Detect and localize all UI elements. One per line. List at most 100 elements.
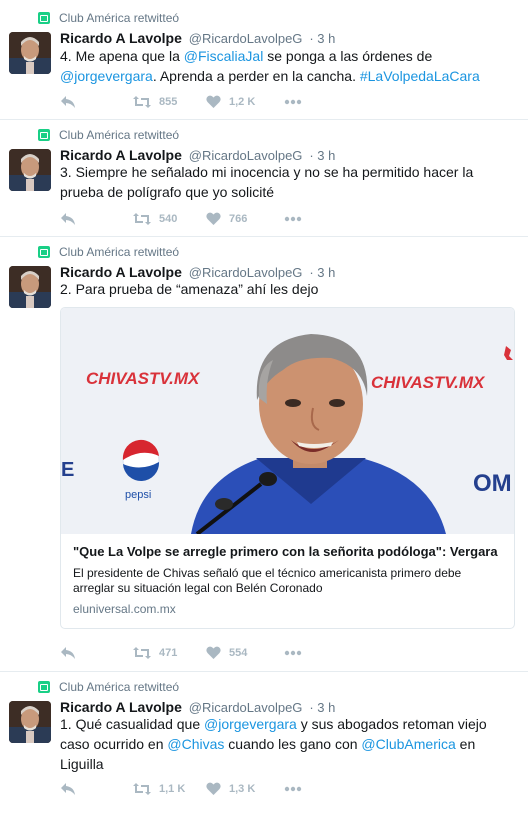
card-description: El presidente de Chivas señaló que el té… [73, 566, 462, 595]
mention-link[interactable]: @jorgevergara [204, 716, 297, 732]
card-domain[interactable]: eluniversal.com.mx [73, 602, 176, 616]
more-button[interactable] [284, 786, 302, 792]
reply-button[interactable] [60, 212, 133, 226]
tweet-1[interactable]: Club América retwitteó Ricardo A Lavolpe… [0, 0, 528, 120]
mention-link[interactable]: @ClubAmerica [361, 736, 455, 752]
tweet-text: 2. Para prueba de “amenaza” ahí les dejo [60, 279, 510, 299]
author-handle[interactable]: @RicardoLavolpeG [189, 148, 303, 163]
more-button[interactable] [284, 650, 302, 656]
author-name[interactable]: Ricardo A Lavolpe [60, 264, 182, 280]
tweet-text: 1. Qué casualidad que @jorgevergara y su… [60, 714, 500, 774]
mention-link[interactable]: @FiscaliaJal [184, 48, 264, 64]
retweeted-by-label[interactable]: Club América retwitteó [59, 680, 179, 694]
retweet-context: Club América retwitteó [38, 680, 179, 694]
tweet-timestamp[interactable]: · 3 h [309, 148, 335, 163]
reply-icon [61, 213, 75, 225]
retweet-count: 471 [159, 647, 178, 659]
like-count: 766 [229, 213, 248, 225]
author-handle[interactable]: @RicardoLavolpeG [189, 31, 303, 46]
retweet-count: 540 [159, 213, 178, 225]
reply-icon [61, 96, 75, 108]
retweet-context: Club América retwitteó [38, 245, 179, 259]
reply-button[interactable] [60, 95, 133, 109]
avatar[interactable] [9, 266, 51, 308]
retweet-count: 1,1 K [159, 783, 186, 795]
retweet-button[interactable]: 471 [133, 646, 206, 660]
heart-icon [206, 212, 221, 225]
more-dots-icon [284, 216, 302, 222]
author-handle[interactable]: @RicardoLavolpeG [189, 265, 303, 280]
mention-link[interactable]: @jorgevergara [60, 68, 153, 84]
tweet-timestamp[interactable]: · 3 h [309, 31, 335, 46]
retweet-icon [133, 213, 151, 225]
tweet-2[interactable]: Club América retwitteó Ricardo A Lavolpe… [0, 120, 528, 237]
retweeted-by-label[interactable]: Club América retwitteó [59, 128, 179, 142]
author-name[interactable]: Ricardo A Lavolpe [60, 30, 182, 46]
more-dots-icon [284, 99, 302, 105]
card-image[interactable]: CHIVASTV.MX CHIVASTV.MX pepsi OM E [61, 308, 514, 534]
text-segment: se ponga a las órdenes de [263, 48, 433, 64]
text-segment: 4. Me apena que la [60, 48, 184, 64]
like-button[interactable]: 554 [206, 646, 284, 660]
like-count: 1,2 K [229, 96, 256, 108]
tweet-text: 4. Me apena que la @FiscaliaJal se ponga… [60, 46, 510, 86]
like-button[interactable]: 1,3 K [206, 782, 284, 796]
tweet-3[interactable]: Club América retwitteó Ricardo A Lavolpe… [0, 237, 528, 672]
text-segment: . Aprenda a perder en la cancha. [152, 68, 360, 84]
heart-icon [206, 95, 221, 108]
text-segment: 2. Para prueba de “amenaza” ahí les dejo [60, 281, 319, 297]
like-button[interactable]: 766 [206, 212, 284, 226]
tweet-timestamp[interactable]: · 3 h [309, 265, 335, 280]
like-button[interactable]: 1,2 K [206, 95, 284, 109]
retweet-context-icon [38, 246, 50, 258]
text-segment: 1. Qué casualidad que [60, 716, 204, 732]
tweet-timestamp[interactable]: · 3 h [309, 700, 335, 715]
more-button[interactable] [284, 99, 302, 105]
tweet-actions: 540 766 [60, 211, 302, 227]
mention-link[interactable]: @Chivas [167, 736, 224, 752]
tweet-text: 3. Siempre he señalado mi inocencia y no… [60, 162, 500, 202]
like-count: 1,3 K [229, 783, 256, 795]
heart-icon [206, 646, 221, 659]
tweet-4[interactable]: Club América retwitteó Ricardo A Lavolpe… [0, 672, 528, 826]
svg-text:E: E [61, 459, 74, 481]
link-card[interactable]: CHIVASTV.MX CHIVASTV.MX pepsi OM E "Que … [60, 307, 515, 629]
retweet-count: 855 [159, 96, 178, 108]
tweet-actions: 1,1 K 1,3 K [60, 781, 302, 797]
hashtag-link[interactable]: #LaVolpedaLaCara [360, 68, 480, 84]
retweet-icon [133, 96, 151, 108]
backdrop-logo-text: CHIVASTV.MX [371, 373, 486, 392]
more-dots-icon [284, 786, 302, 792]
tweet-actions: 471 554 [60, 645, 302, 661]
like-count: 554 [229, 647, 248, 659]
more-button[interactable] [284, 216, 302, 222]
reply-button[interactable] [60, 646, 133, 660]
author-handle[interactable]: @RicardoLavolpeG [189, 700, 303, 715]
backdrop-logo-text: pepsi [125, 489, 151, 501]
retweet-context-icon [38, 12, 50, 24]
retweet-icon [133, 783, 151, 795]
reply-icon [61, 647, 75, 659]
author-name[interactable]: Ricardo A Lavolpe [60, 699, 182, 715]
card-photo: CHIVASTV.MX CHIVASTV.MX pepsi OM E [61, 308, 514, 534]
retweet-context-icon [38, 129, 50, 141]
retweet-button[interactable]: 1,1 K [133, 782, 206, 796]
retweeted-by-label[interactable]: Club América retwitteó [59, 11, 179, 25]
avatar[interactable] [9, 149, 51, 191]
retweet-icon [133, 647, 151, 659]
retweeted-by-label[interactable]: Club América retwitteó [59, 245, 179, 259]
retweet-context: Club América retwitteó [38, 128, 179, 142]
retweet-button[interactable]: 855 [133, 95, 206, 109]
reply-icon [61, 783, 75, 795]
backdrop-logo-text: CHIVASTV.MX [86, 369, 201, 388]
retweet-context: Club América retwitteó [38, 11, 179, 25]
avatar[interactable] [9, 701, 51, 743]
reply-button[interactable] [60, 782, 133, 796]
card-title[interactable]: "Que La Volpe se arregle primero con la … [73, 544, 498, 559]
text-segment: 3. Siempre he señalado mi inocencia y no… [60, 164, 474, 200]
retweet-context-icon [38, 681, 50, 693]
avatar[interactable] [9, 32, 51, 74]
tweet-actions: 855 1,2 K [60, 94, 302, 110]
retweet-button[interactable]: 540 [133, 212, 206, 226]
author-name[interactable]: Ricardo A Lavolpe [60, 147, 182, 163]
